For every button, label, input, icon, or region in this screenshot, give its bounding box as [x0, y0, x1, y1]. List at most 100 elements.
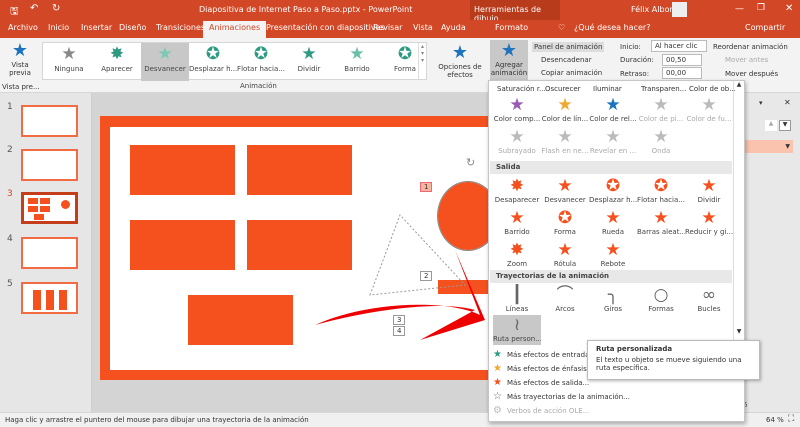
restore-icon[interactable]: ❐	[757, 3, 765, 13]
emphasis-effect-item[interactable]: Saturación r...	[497, 85, 546, 93]
slide-thumb-4[interactable]	[21, 237, 78, 269]
tab-ayuda[interactable]: Ayuda	[441, 23, 466, 32]
gallery-scrollbar[interactable]: ▴ ▾ ▾	[418, 43, 426, 79]
gallery-item-flotar[interactable]: ✪ Flotar hacia...	[237, 43, 285, 81]
animation-effect-item[interactable]: ★ Dividir	[685, 176, 733, 204]
gallery-item-desplazar[interactable]: ✪ Desplazar h...	[189, 43, 237, 81]
minimize-icon[interactable]: —	[735, 4, 744, 14]
tab-inicio[interactable]: Inicio	[48, 23, 69, 32]
animation-effect-item[interactable]: ★ Color comp...	[493, 95, 541, 123]
animation-effect-item[interactable]: ★ Reducir y gi...	[685, 208, 733, 236]
close-icon[interactable]: ✕	[785, 3, 793, 14]
animation-tag[interactable]: 3	[393, 315, 406, 325]
animation-effect-item[interactable]: ✪ Forma	[541, 208, 589, 236]
gallery-item-dividir[interactable]: ★ Dividir	[285, 43, 333, 81]
gallery-item-barrido[interactable]: ★ Barrido	[333, 43, 381, 81]
rectangle-shape[interactable]	[188, 295, 293, 345]
animation-effect-item[interactable]: ┃ Líneas	[493, 285, 541, 313]
animation-effect-item[interactable]: ★ Revelar en ...	[589, 127, 637, 155]
tab-animaciones[interactable]: Animaciones	[203, 21, 267, 38]
animation-effect-item[interactable]: ⌒ Arcos	[541, 285, 589, 313]
animation-effect-item[interactable]: ∞ Bucles	[685, 285, 733, 313]
animation-tag[interactable]: 1	[420, 182, 433, 192]
animation-effect-item[interactable]: ★ Barras aleat...	[637, 208, 685, 236]
tab-archivo[interactable]: Archivo	[8, 23, 38, 32]
animation-effect-item[interactable]: ★ Barrido	[493, 208, 541, 236]
animation-effect-item[interactable]: ★ Color de pi...	[637, 95, 685, 123]
slide-thumb-3[interactable]	[21, 192, 78, 224]
share-button[interactable]: Compartir	[745, 23, 785, 32]
animation-effect-item[interactable]: ★ Color de lín...	[541, 95, 589, 123]
effect-options-button[interactable]: ★ Opciones de efectos	[435, 42, 485, 79]
slide-thumb-1[interactable]	[21, 105, 78, 137]
animation-effect-item[interactable]: ○ Formas	[637, 285, 685, 313]
redo-icon[interactable]: ↻	[52, 3, 60, 14]
effect-icon: ★	[701, 208, 717, 228]
zoom-level[interactable]: 64 %	[766, 416, 784, 424]
animation-pane-button[interactable]: Panel de animación	[532, 42, 605, 52]
animation-effect-item[interactable]: ★ Subrayado	[493, 127, 541, 155]
menu-item[interactable]: ★ Más efectos de salida...	[493, 377, 589, 388]
menu-item[interactable]: ★ Más efectos de entrada...	[493, 349, 596, 360]
animation-effect-item[interactable]: ╮ Giros	[589, 285, 637, 313]
animation-tag[interactable]: 4	[393, 326, 406, 336]
preview-button[interactable]: ★ Vista previa	[3, 40, 37, 77]
gallery-label: Ninguna	[54, 65, 84, 73]
animation-effect-item[interactable]: ✸ Zoom	[493, 240, 541, 268]
gallery-item-ninguna[interactable]: ★ Ninguna	[45, 43, 93, 81]
duration-field[interactable]: 00,50	[662, 54, 702, 66]
emphasis-effect-item[interactable]: Oscurecer	[545, 85, 581, 93]
gallery-item-aparecer[interactable]: ✸ Aparecer	[93, 43, 141, 81]
tab-diseno[interactable]: Diseño	[119, 23, 146, 32]
rectangle-shape[interactable]	[130, 145, 235, 195]
animation-effect-item[interactable]: ★ Desvanecer	[541, 176, 589, 204]
animation-effect-item[interactable]: ★ Rueda	[589, 208, 637, 236]
move-up-icon[interactable]: ▲	[765, 120, 777, 131]
pane-close-icon[interactable]: ✕	[784, 98, 791, 107]
pane-options-icon[interactable]: ▾	[759, 99, 763, 107]
animation-effect-item[interactable]: ✪ Desplazar h...	[589, 176, 637, 204]
animation-effect-item[interactable]: ✸ Desaparecer	[493, 176, 541, 204]
animation-effect-item[interactable]: ★ Color de rel...	[589, 95, 637, 123]
add-animation-button[interactable]: ★ Agregar animación	[490, 40, 528, 80]
rotate-handle-icon[interactable]: ↻	[466, 156, 475, 169]
copy-animation-button[interactable]: Copiar animación	[541, 69, 602, 77]
dropdown-scrollbar[interactable]: ▲ ▼	[733, 81, 744, 343]
emphasis-effect-item[interactable]: Transparen...	[641, 85, 686, 93]
slide-thumb-2[interactable]	[21, 149, 78, 181]
menu-item[interactable]: ☆ Más trayectorias de la animación...	[493, 391, 630, 402]
rectangle-shape[interactable]	[130, 220, 235, 270]
emphasis-effect-item[interactable]: Iluminar	[593, 85, 622, 93]
animation-effect-item[interactable]: ✪ Flotar hacia...	[637, 176, 685, 204]
animation-effect-item[interactable]: ★ Rebote	[589, 240, 637, 268]
move-before-button[interactable]: Mover antes	[725, 56, 768, 64]
emphasis-effect-item[interactable]: Color de ob...	[689, 85, 736, 93]
animation-tag[interactable]: 2	[420, 271, 433, 281]
animation-effect-item[interactable]: ★ Color de fu...	[685, 95, 733, 123]
move-down-icon[interactable]: ▼	[779, 120, 791, 131]
animation-list-item[interactable]: ▼	[741, 140, 793, 153]
fit-slide-icon[interactable]: ⛶	[788, 414, 794, 424]
trigger-button[interactable]: Desencadenar	[541, 56, 592, 64]
animation-effect-item[interactable]: ≀ Ruta person...	[493, 315, 541, 345]
tab-formato[interactable]: Formato	[495, 23, 528, 32]
animation-effect-item[interactable]: ★ Rótula	[541, 240, 589, 268]
tab-presentacion[interactable]: Presentación con diapositivas	[266, 23, 385, 32]
gallery-item-desvanecer[interactable]: ★ Desvanecer	[141, 43, 189, 81]
move-after-button[interactable]: Mover después	[725, 70, 778, 78]
slide-thumb-5[interactable]	[21, 282, 78, 314]
menu-item[interactable]: ⚙ Verbos de acción OLE...	[493, 405, 589, 416]
tab-vista[interactable]: Vista	[413, 23, 433, 32]
delay-field[interactable]: 00,00	[662, 67, 702, 79]
animation-effect-item[interactable]: ★ Flash en ne...	[541, 127, 589, 155]
save-icon[interactable]: 🖫	[10, 4, 19, 21]
animation-effect-item[interactable]: ★ Onda	[637, 127, 685, 155]
menu-item[interactable]: ★ Más efectos de énfasis...	[493, 363, 593, 374]
tab-insertar[interactable]: Insertar	[81, 23, 112, 32]
tell-me-input[interactable]: ¿Qué desea hacer?	[574, 23, 650, 32]
tab-transiciones[interactable]: Transiciones	[156, 23, 205, 32]
start-select[interactable]: Al hacer clic	[651, 40, 707, 52]
avatar[interactable]	[672, 2, 687, 17]
undo-icon[interactable]: ↶	[30, 3, 38, 14]
tab-revisar[interactable]: Revisar	[373, 23, 402, 32]
